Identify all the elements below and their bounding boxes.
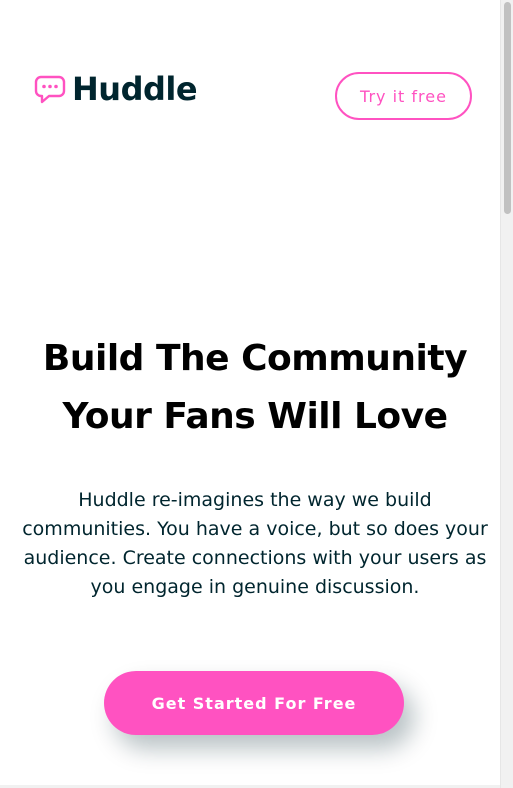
get-started-button[interactable]: Get Started For Free xyxy=(104,671,404,735)
vertical-scrollbar[interactable] xyxy=(500,0,513,788)
logo[interactable]: Huddle xyxy=(34,70,198,108)
chat-bubble-icon xyxy=(34,74,66,104)
hero-description: Huddle re-imagines the way we build comm… xyxy=(22,489,488,598)
scrollbar-thumb[interactable] xyxy=(504,2,511,214)
hero-title-line-1: Build The Community xyxy=(42,338,468,379)
logo-text: Huddle xyxy=(72,70,198,108)
hero-title-line-2: Your Fans Will Love xyxy=(62,396,448,437)
site-header: Huddle Try it free xyxy=(0,0,500,180)
try-it-free-button[interactable]: Try it free xyxy=(335,72,472,120)
hero-title: Build The Community Your Fans Will Love xyxy=(10,330,500,446)
page: Huddle Try it free Build The Community Y… xyxy=(0,0,500,788)
